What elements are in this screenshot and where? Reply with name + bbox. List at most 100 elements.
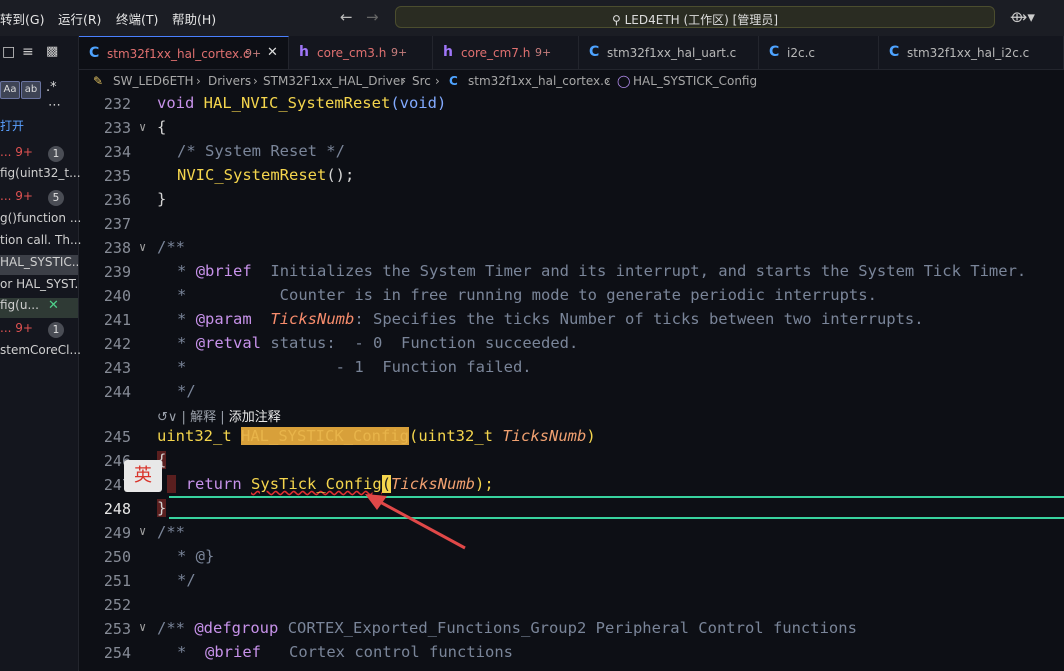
code-line: /**	[157, 238, 185, 256]
list-item[interactable]: or HAL_SYST...	[0, 277, 78, 297]
menu-goto[interactable]: 转到(G)	[0, 9, 44, 28]
comment-start: /**	[157, 619, 185, 637]
param-name: TicksNumb	[502, 427, 587, 445]
list-item[interactable]: ... 9+	[0, 321, 33, 341]
forward-arrow-icon[interactable]: →	[366, 8, 379, 26]
line-number: 242	[103, 335, 131, 353]
line-number: 234	[103, 143, 131, 161]
list-icon[interactable]: ≡	[22, 44, 34, 60]
folder-icon: ✎	[93, 74, 104, 88]
match-case-toggle[interactable]: Aa	[0, 81, 20, 99]
list-item[interactable]: ... 9+	[0, 145, 33, 165]
fold-chevron-icon[interactable]: ∨	[139, 524, 146, 538]
tab-i2c[interactable]: C i2c.c	[759, 36, 879, 69]
code-line: NVIC_SystemReset();	[177, 166, 354, 184]
line-number: 240	[103, 287, 131, 305]
code-line: /** @defgroup CORTEX_Exported_Functions_…	[157, 619, 857, 637]
line-number: 244	[103, 383, 131, 401]
code-editor[interactable]: 232 233 234 235 236 237 238 239 240 241 …	[79, 93, 1064, 671]
comment-star: *	[177, 286, 187, 304]
breadcrumb-item[interactable]: Drivers	[208, 74, 251, 88]
fold-chevron-icon[interactable]: ∨	[139, 120, 146, 134]
breadcrumb-item[interactable]: SW_LED6ETH	[113, 74, 194, 88]
line-number: 243	[103, 359, 131, 377]
breadcrumb-item[interactable]: Src	[412, 74, 431, 88]
line-number: 254	[103, 644, 131, 662]
tab-label: core_cm3.h	[317, 46, 387, 60]
tab-stm32f1xx-hal-cortex[interactable]: C stm32f1xx_hal_cortex.c 9+ ✕	[79, 36, 289, 69]
close-icon[interactable]: ✕	[267, 45, 278, 60]
tab-label: i2c.c	[787, 46, 815, 60]
line-number: 245	[103, 428, 131, 446]
fold-chevron-icon[interactable]: ∨	[139, 240, 146, 254]
open-editor-link[interactable]: 打开	[0, 117, 24, 137]
line-number: 235	[103, 167, 131, 185]
command-center-search[interactable]: ⚲ LED4ETH (工作区) [管理员]	[395, 6, 995, 28]
search-results-panel: □ ≡ ▩ Aa ab .* ⋯ 打开 ... 9+ 1 fig(uint32_…	[0, 36, 81, 671]
line-number: 241	[103, 311, 131, 329]
tab-core-cm7[interactable]: h core_cm7.h 9+	[433, 36, 579, 69]
codelens-explain[interactable]: 解释	[190, 410, 216, 425]
breadcrumb-item[interactable]: HAL_SYSTICK_Config	[633, 74, 757, 88]
type: uint32_t	[157, 427, 232, 445]
code-line: */	[177, 382, 196, 400]
count-badge: 1	[48, 146, 64, 162]
comment-text: Initializes the System Timer and its int…	[270, 262, 1027, 280]
list-item[interactable]: HAL_SYSTIC...	[0, 255, 78, 275]
code-line: * @retval status: - 0 Function succeeded…	[177, 334, 578, 352]
codelens-add-comment[interactable]: 添加注释	[229, 410, 281, 425]
line-number: 253	[103, 620, 131, 638]
more-icon[interactable]: ⋯	[48, 98, 61, 113]
list-item[interactable]: g()function ...	[0, 211, 81, 231]
copilot-icon[interactable]: ⟴▾	[1010, 8, 1035, 26]
menu-help[interactable]: 帮助(H)	[172, 9, 216, 28]
comment-star: *	[177, 262, 187, 280]
breadcrumb-separator: ›	[435, 74, 440, 88]
doc-tag: @param	[195, 310, 252, 328]
ime-indicator[interactable]: 英	[124, 460, 162, 492]
comment-text: Counter is in free running mode to gener…	[279, 286, 877, 304]
comment-star: *	[177, 643, 187, 661]
problem-count: 9+	[391, 46, 408, 59]
list-item[interactable]: fig(uint32_t...	[0, 166, 81, 186]
regex-toggle[interactable]: .*	[46, 80, 57, 95]
tab-label: stm32f1xx_hal_cortex.c	[107, 47, 250, 61]
breadcrumb-item[interactable]: STM32F1xx_HAL_Driver	[263, 74, 405, 88]
line-number: 233	[103, 119, 131, 137]
whole-word-toggle[interactable]: ab	[21, 81, 41, 99]
tab-core-cm3[interactable]: h core_cm3.h 9+	[289, 36, 433, 69]
tab-label: stm32f1xx_hal_i2c.c	[907, 46, 1030, 60]
menu-run[interactable]: 运行(R)	[58, 9, 101, 28]
line-number: 251	[103, 572, 131, 590]
c-file-icon: C	[769, 44, 780, 60]
tab-stm32f1xx-hal-uart[interactable]: C stm32f1xx_hal_uart.c	[579, 36, 759, 69]
new-file-icon[interactable]: □	[2, 44, 15, 60]
list-item[interactable]: tion call. Th...	[0, 233, 81, 253]
line-number: 237	[103, 215, 131, 233]
list-item-label: fig(u...	[0, 298, 39, 312]
comment-text: status: - 0 Function succeeded.	[270, 334, 579, 352]
problem-count: 9+	[245, 47, 262, 60]
editor-tabs: C stm32f1xx_hal_cortex.c 9+ ✕ h core_cm3…	[79, 36, 1064, 70]
close-icon[interactable]: ✕	[48, 298, 59, 313]
function-call: NVIC_SystemReset	[177, 166, 327, 184]
list-item-selected[interactable]: fig(u... ✕	[0, 298, 78, 318]
fold-chevron-icon[interactable]: ∨	[139, 620, 146, 634]
collapse-icon[interactable]: ▩	[46, 44, 58, 59]
code-line: }	[157, 499, 167, 517]
tab-stm32f1xx-hal-i2c[interactable]: C stm32f1xx_hal_i2c.c	[879, 36, 1064, 69]
back-arrow-icon[interactable]: ←	[340, 8, 353, 26]
doc-tag: @retval	[195, 334, 262, 352]
menu-terminal[interactable]: 终端(T)	[116, 9, 158, 28]
c-file-icon: C	[449, 74, 458, 88]
line-number: 232	[103, 95, 131, 113]
symbol-method-icon: ◯	[617, 74, 631, 88]
list-item[interactable]: ... 9+	[0, 189, 33, 209]
code-line: uint32_t HAL_SYSTICK_Config(uint32_t Tic…	[157, 427, 596, 445]
comment-star: *	[177, 310, 187, 328]
tab-label: stm32f1xx_hal_uart.c	[607, 46, 737, 60]
params: (void)	[390, 94, 447, 112]
comment-text: Cortex control functions	[289, 643, 513, 661]
breadcrumb-item[interactable]: stm32f1xx_hal_cortex.c	[468, 74, 611, 88]
list-item[interactable]: stemCoreCl...	[0, 343, 81, 363]
